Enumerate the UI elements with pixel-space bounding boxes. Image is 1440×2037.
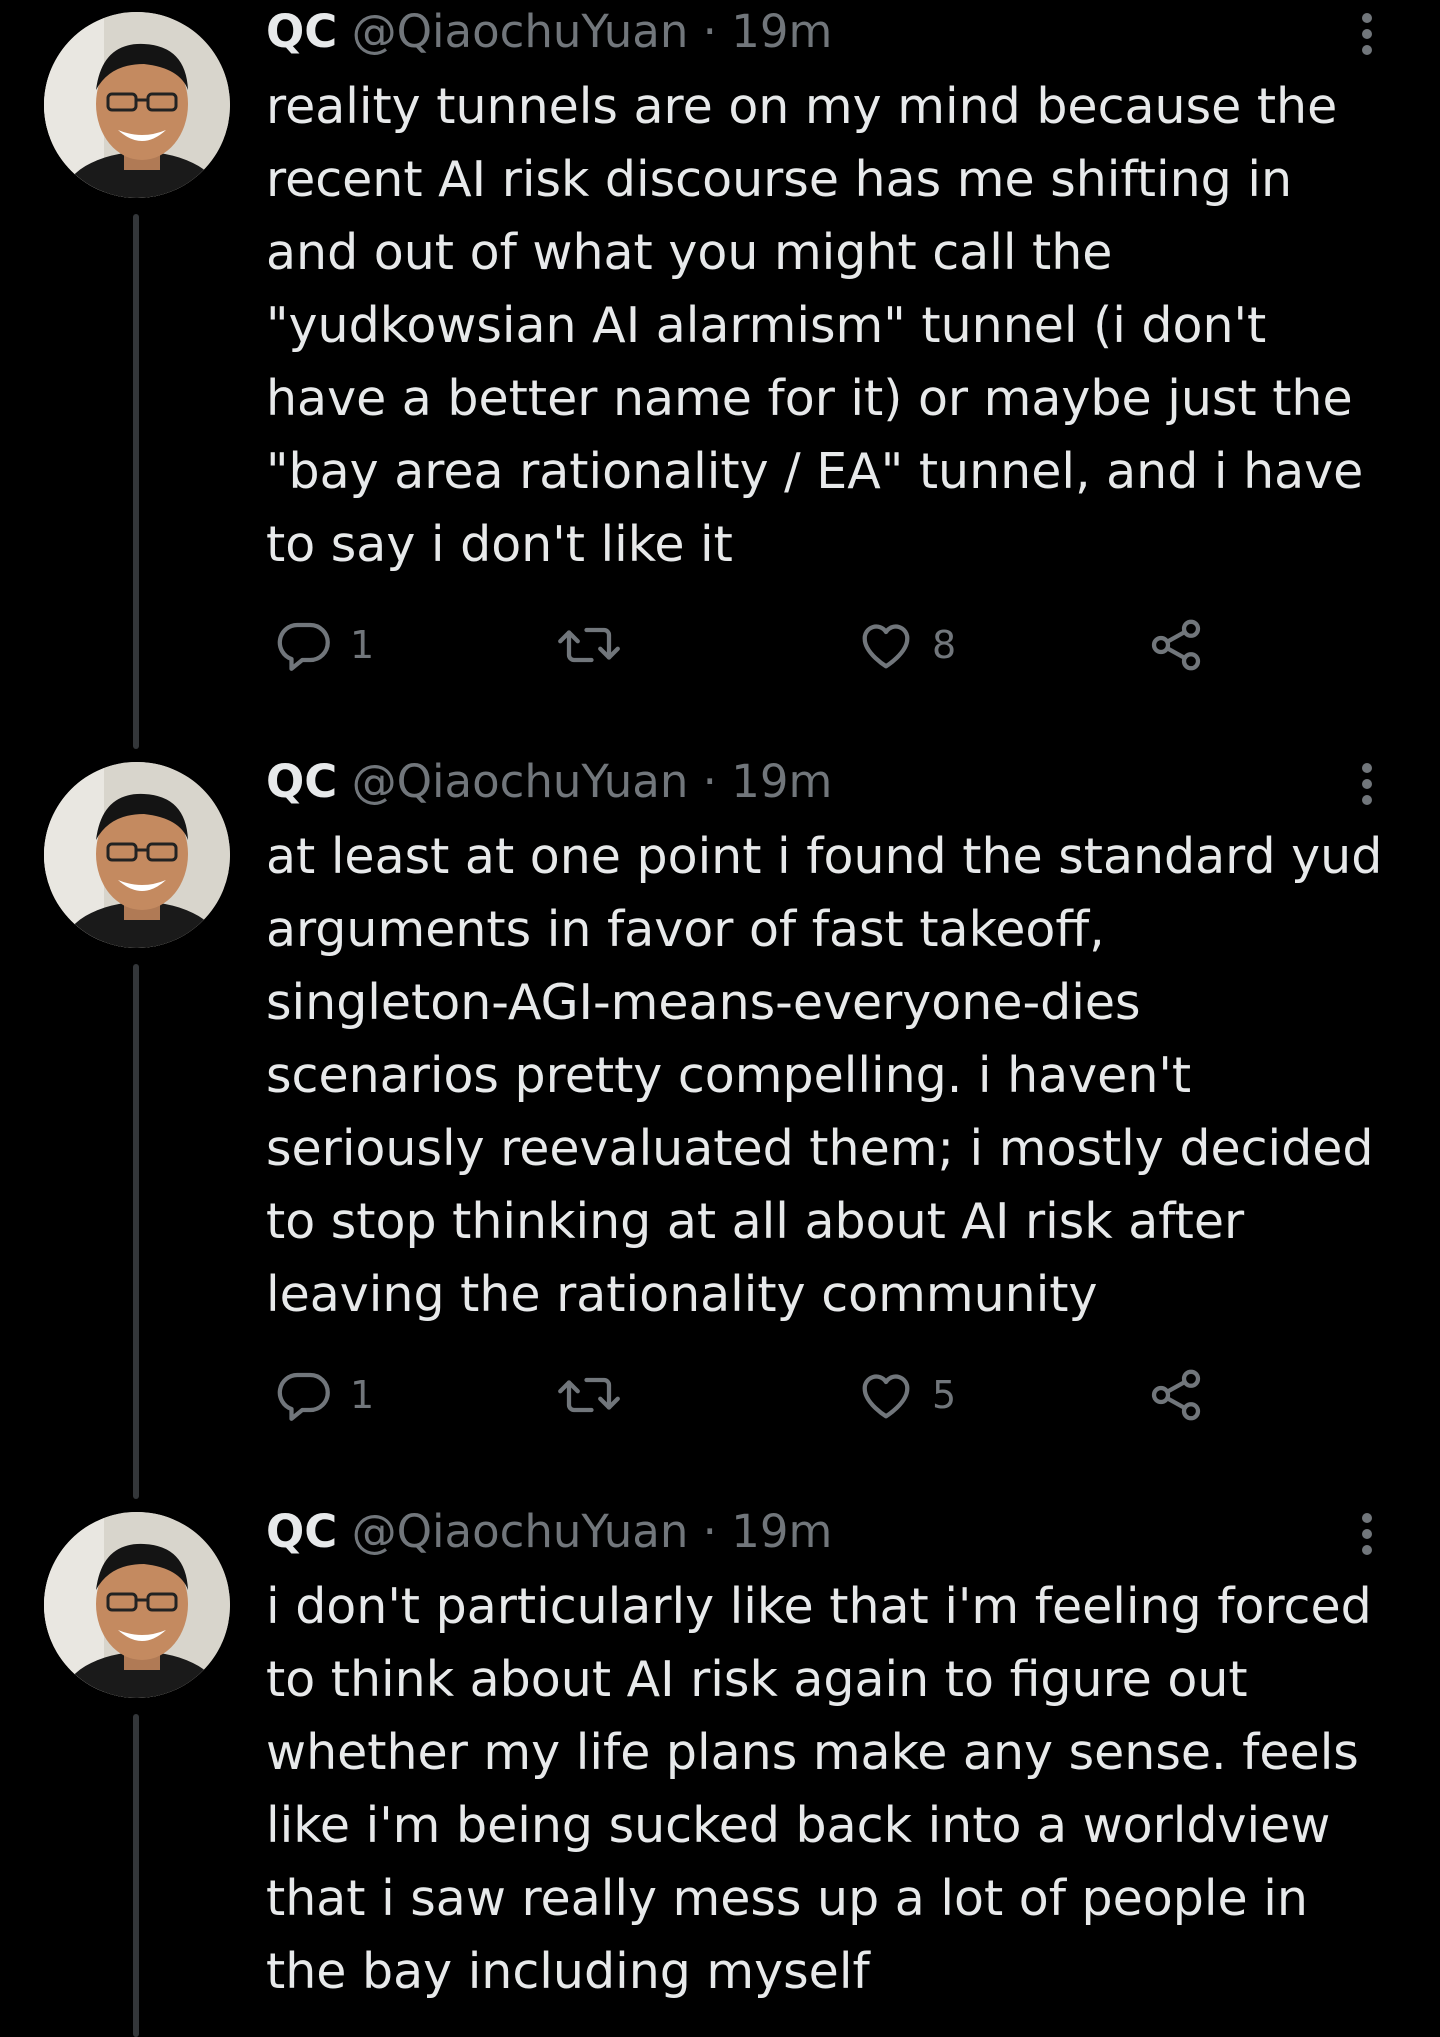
share-nodes-icon [1151,619,1201,671]
tweet-actions: 1 8 [266,615,1266,675]
thread-connector-line [133,1714,139,2037]
tweet-text-line: recent AI risk discourse has me shifting… [266,151,1293,208]
avatar[interactable] [44,1512,230,1698]
user-handle[interactable]: @QiaochuYuan [352,755,689,808]
more-options-button[interactable] [1352,760,1382,808]
like-button[interactable]: 8 [856,615,956,675]
tweet-text-line: i don't particularly like that i'm feeli… [266,1578,1372,1635]
tweet-text: reality tunnels are on my mind because t… [266,70,1396,581]
tweet-text-line: seriously reevaluated them; i mostly dec… [266,1120,1374,1177]
reply-bubble-icon [277,1372,330,1421]
reply-button[interactable]: 1 [274,615,374,675]
tweet-actions: 1 5 [266,1365,1266,1425]
avatar[interactable] [44,12,230,198]
share-button[interactable] [1146,615,1206,675]
header-separator: · [702,755,717,808]
reply-button[interactable]: 1 [274,1365,374,1425]
display-name[interactable]: QC [266,755,337,808]
header-separator: · [702,1505,717,1558]
tweet-text-line: have a better name for it) or maybe just… [266,370,1353,427]
heart-icon [862,1374,910,1419]
avatar-image [44,762,230,948]
tweet-text: i don't particularly like that i'm feeli… [266,1570,1396,2008]
like-count: 8 [932,623,957,667]
tweet-text-line: arguments in favor of fast takeoff, [266,901,1105,958]
tweet-text-line: and out of what you might call the [266,224,1113,281]
tweet-text-line: that i saw really mess up a lot of peopl… [266,1870,1308,1927]
user-handle[interactable]: @QiaochuYuan [352,1505,689,1558]
tweet-text-line: leaving the rationality community [266,1266,1098,1323]
reply-count: 1 [350,1373,375,1417]
tweet-text-line: like i'm being sucked back into a worldv… [266,1797,1331,1854]
retweet-arrows-icon [558,627,620,663]
more-vertical-icon [1362,1513,1372,1555]
tweet-text: at least at one point i found the standa… [266,820,1396,1331]
retweet-arrows-icon [558,1377,620,1413]
like-count: 5 [932,1373,957,1417]
tweet-text-line: at least at one point i found the standa… [266,828,1383,885]
reply-count: 1 [350,623,375,667]
header-separator: · [702,5,717,58]
retweet-button[interactable] [556,615,622,675]
heart-icon [862,624,910,669]
avatar-image [44,1512,230,1698]
share-button[interactable] [1146,1365,1206,1425]
tweet-text-line: scenarios pretty compelling. i haven't [266,1047,1192,1104]
tweet-text-line: to think about AI risk again to figure o… [266,1651,1248,1708]
more-vertical-icon [1362,763,1372,805]
more-options-button[interactable] [1352,10,1382,58]
tweet-text-line: singleton-AGI-means-everyone-dies [266,974,1141,1031]
display-name[interactable]: QC [266,1505,337,1558]
avatar[interactable] [44,762,230,948]
tweet-text-line: whether my life plans make any sense. fe… [266,1724,1359,1781]
more-options-button[interactable] [1352,1510,1382,1558]
tweet-text-line: to say i don't like it [266,516,733,573]
tweet-text-line: the bay including myself [266,1943,870,2000]
tweet-thread: QC @QiaochuYuan · 19m reality tunnels ar… [0,0,1440,2037]
tweet-header: QC @QiaochuYuan · 19m [266,752,832,812]
more-vertical-icon [1362,13,1372,55]
tweet-header: QC @QiaochuYuan · 19m [266,1502,832,1562]
user-handle[interactable]: @QiaochuYuan [352,5,689,58]
tweet-text-line: "bay area rationality / EA" tunnel, and … [266,443,1364,500]
display-name[interactable]: QC [266,5,337,58]
reply-bubble-icon [277,622,330,671]
timestamp[interactable]: 19m [731,1505,832,1558]
like-button[interactable]: 5 [856,1365,956,1425]
thread-connector-line [133,964,139,1499]
share-nodes-icon [1151,1369,1201,1421]
retweet-button[interactable] [556,1365,622,1425]
tweet-text-line: to stop thinking at all about AI risk af… [266,1193,1245,1250]
timestamp[interactable]: 19m [731,5,832,58]
tweet-text-line: reality tunnels are on my mind because t… [266,78,1338,135]
tweet-header: QC @QiaochuYuan · 19m [266,2,832,62]
thread-connector-line [133,214,139,749]
avatar-image [44,12,230,198]
tweet-text-line: "yudkowsian AI alarmism" tunnel (i don't [266,297,1267,354]
timestamp[interactable]: 19m [731,755,832,808]
